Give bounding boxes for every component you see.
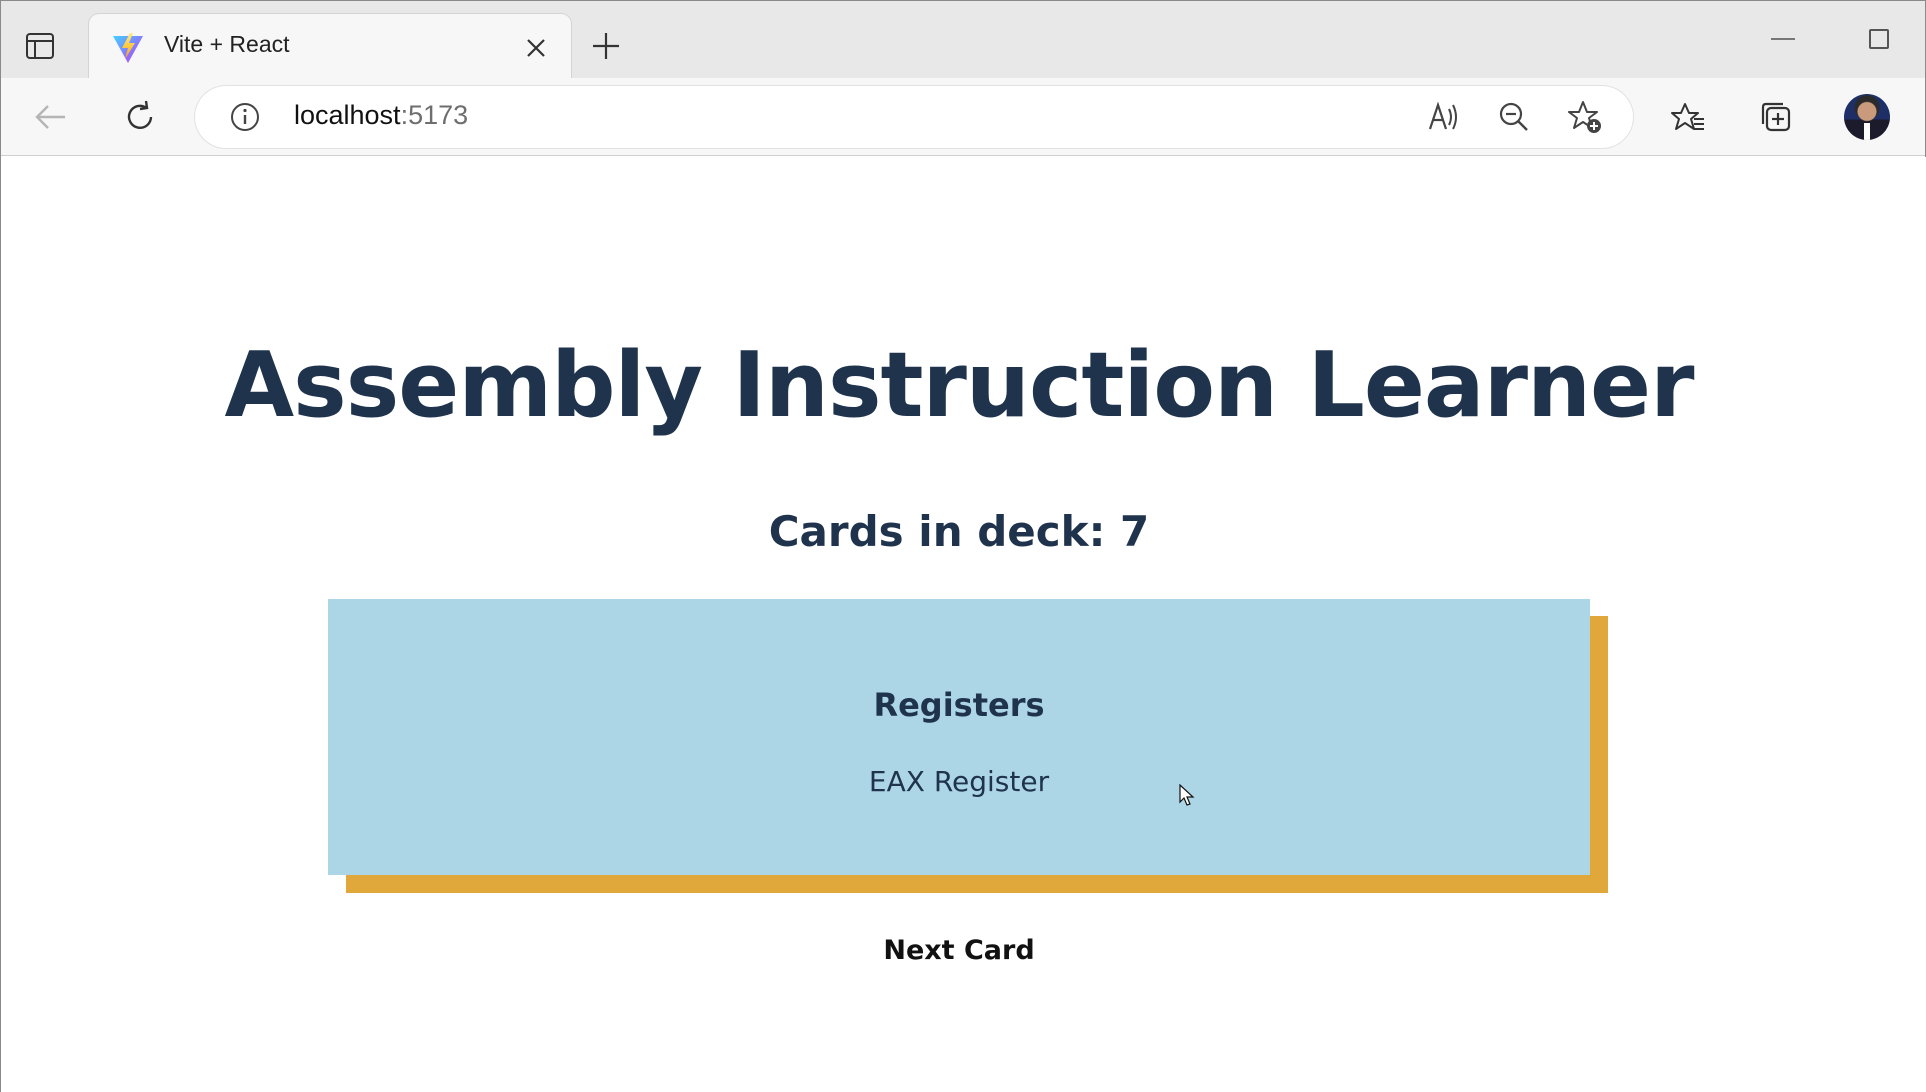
tab-active[interactable]: Vite + React bbox=[89, 14, 571, 78]
avatar[interactable] bbox=[1844, 94, 1890, 140]
collections-icon[interactable] bbox=[1758, 99, 1794, 135]
zoom-out-icon[interactable] bbox=[1496, 99, 1532, 135]
page-title: Assembly Instruction Learner bbox=[224, 333, 1695, 438]
url-host: localhost bbox=[294, 100, 401, 130]
url-text[interactable]: localhost:5173 bbox=[294, 100, 468, 131]
browser-toolbar: localhost:5173 bbox=[1, 78, 1925, 156]
tab-strip: Vite + React bbox=[1, 1, 1925, 78]
back-icon[interactable] bbox=[33, 99, 69, 135]
favorites-icon[interactable] bbox=[1670, 99, 1706, 135]
avatar-detail bbox=[1864, 123, 1870, 140]
browser-window: Vite + React localhost:5173 Assembly Ins… bbox=[0, 0, 1926, 1092]
tab-actions-icon[interactable] bbox=[25, 31, 55, 61]
address-bar[interactable]: localhost:5173 bbox=[195, 86, 1633, 148]
tab-title: Vite + React bbox=[164, 31, 290, 57]
card-term: EAX Register bbox=[868, 765, 1050, 798]
page-content: Assembly Instruction Learner Cards in de… bbox=[1, 157, 1926, 1092]
read-aloud-icon[interactable] bbox=[1425, 99, 1461, 135]
close-icon[interactable] bbox=[525, 37, 547, 59]
maximize-icon[interactable] bbox=[1869, 29, 1889, 49]
url-port: :5173 bbox=[400, 100, 469, 130]
new-tab-icon[interactable] bbox=[590, 30, 622, 62]
minimize-icon[interactable] bbox=[1771, 38, 1795, 40]
vite-logo-icon bbox=[113, 33, 143, 63]
add-favorite-icon[interactable] bbox=[1567, 99, 1603, 135]
card-category: Registers bbox=[873, 686, 1045, 724]
next-card-button[interactable]: Next Card bbox=[854, 926, 1064, 976]
info-icon[interactable] bbox=[229, 101, 261, 133]
mouse-cursor-icon bbox=[1179, 784, 1195, 806]
flashcard[interactable]: Registers EAX Register bbox=[328, 599, 1590, 875]
refresh-icon[interactable] bbox=[122, 99, 158, 135]
deck-count: Cards in deck: 7 bbox=[768, 507, 1150, 556]
